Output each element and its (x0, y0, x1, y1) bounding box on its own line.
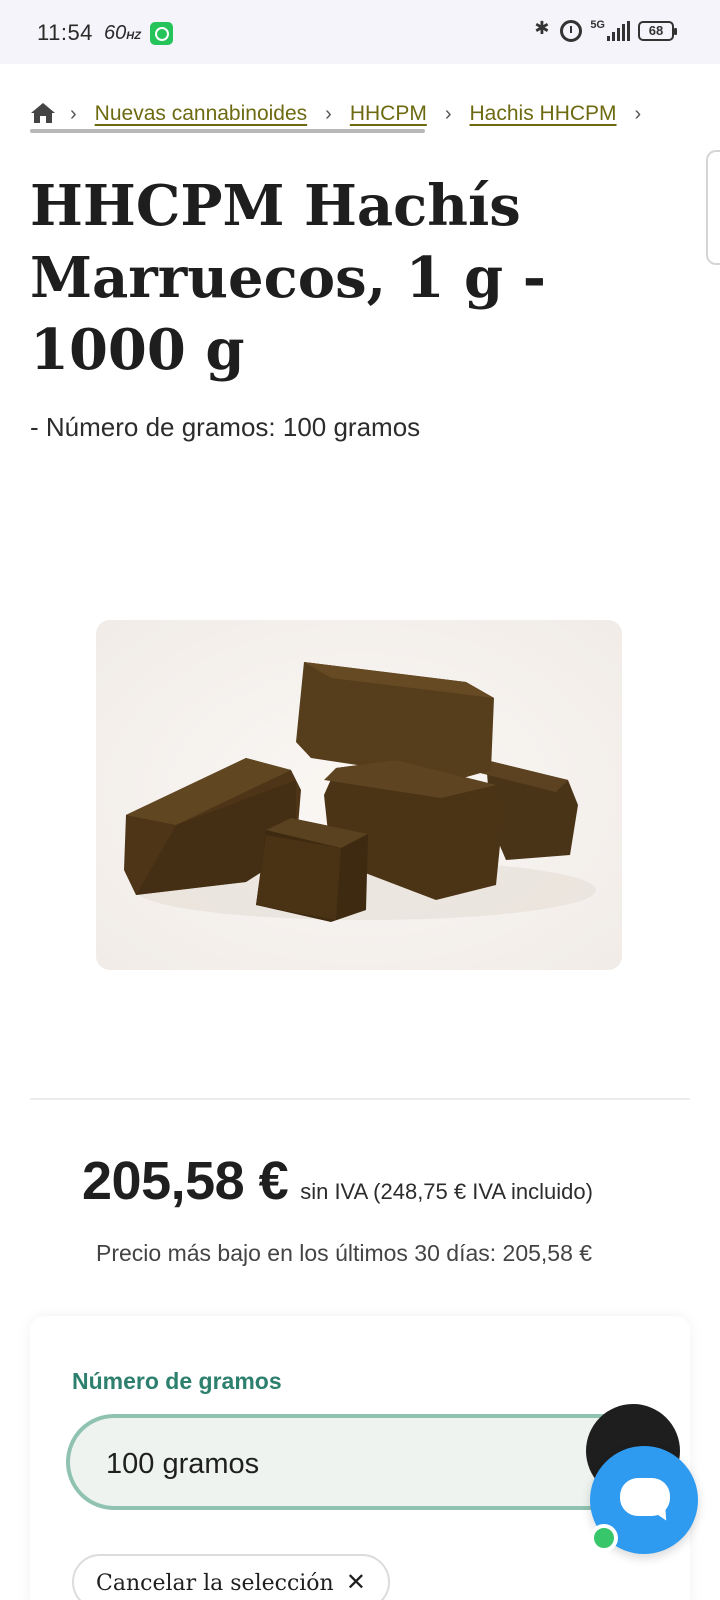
cancel-selection-label: Cancelar la selección (96, 1571, 334, 1596)
breadcrumb-separator: › (444, 102, 452, 125)
battery-icon: 68 (638, 21, 677, 41)
refresh-rate-indicator: 60HZ (104, 22, 141, 45)
breadcrumb-separator: › (325, 102, 332, 125)
whatsapp-notification-icon (150, 22, 173, 45)
signal-icon (607, 21, 630, 41)
section-divider (30, 1098, 690, 1100)
grams-option-label: Número de gramos (72, 1368, 282, 1394)
breadcrumb-scrollbar[interactable] (30, 129, 425, 133)
product-image[interactable] (96, 620, 622, 970)
grams-select[interactable]: 100 gramos (66, 1414, 656, 1510)
breadcrumb: › Nuevas cannabinoides › HHCPM › Hachis … (30, 102, 659, 126)
side-drawer-handle[interactable] (706, 150, 720, 265)
refresh-rate-unit: HZ (126, 30, 141, 42)
bluetooth-icon (534, 18, 552, 42)
status-time: 11:54 (37, 20, 93, 45)
network-type-label: 5G (590, 19, 605, 31)
breadcrumb-separator: › (70, 102, 77, 125)
price-without-tax: 205,58 € (82, 1151, 289, 1211)
status-bar: 11:54 60HZ 5G 68 (0, 0, 720, 64)
breadcrumb-link-hhcpm[interactable]: HHCPM (350, 102, 427, 126)
home-icon[interactable] (30, 102, 56, 126)
online-status-dot (590, 1524, 618, 1552)
breadcrumb-link-nuevas-cannabinoides[interactable]: Nuevas cannabinoides (95, 102, 307, 126)
breadcrumb-separator: › (634, 102, 642, 125)
price-tax-note: sin IVA (248,75 € IVA incluido) (300, 1179, 593, 1204)
price-row: 205,58 € sin IVA (248,75 € IVA incluido) (82, 1150, 593, 1212)
close-icon: ✕ (345, 1569, 366, 1596)
hash-blocks-illustration (96, 620, 622, 970)
refresh-rate-value: 60 (104, 22, 127, 44)
product-variant-subtitle: - Número de gramos: 100 gramos (30, 412, 421, 442)
chat-icon-tail (652, 1506, 670, 1524)
alarm-icon (560, 20, 583, 42)
cancel-selection-button[interactable]: Cancelar la selección ✕ (72, 1554, 390, 1600)
grams-select-value: 100 gramos (106, 1448, 260, 1480)
lowest-price-note: Precio más bajo en los últimos 30 días: … (96, 1240, 593, 1266)
product-title: HHCPM Hachís Marruecos, 1 g - 1000 g (30, 173, 546, 383)
breadcrumb-link-hachis-hhcpm[interactable]: Hachis HHCPM (470, 102, 617, 126)
